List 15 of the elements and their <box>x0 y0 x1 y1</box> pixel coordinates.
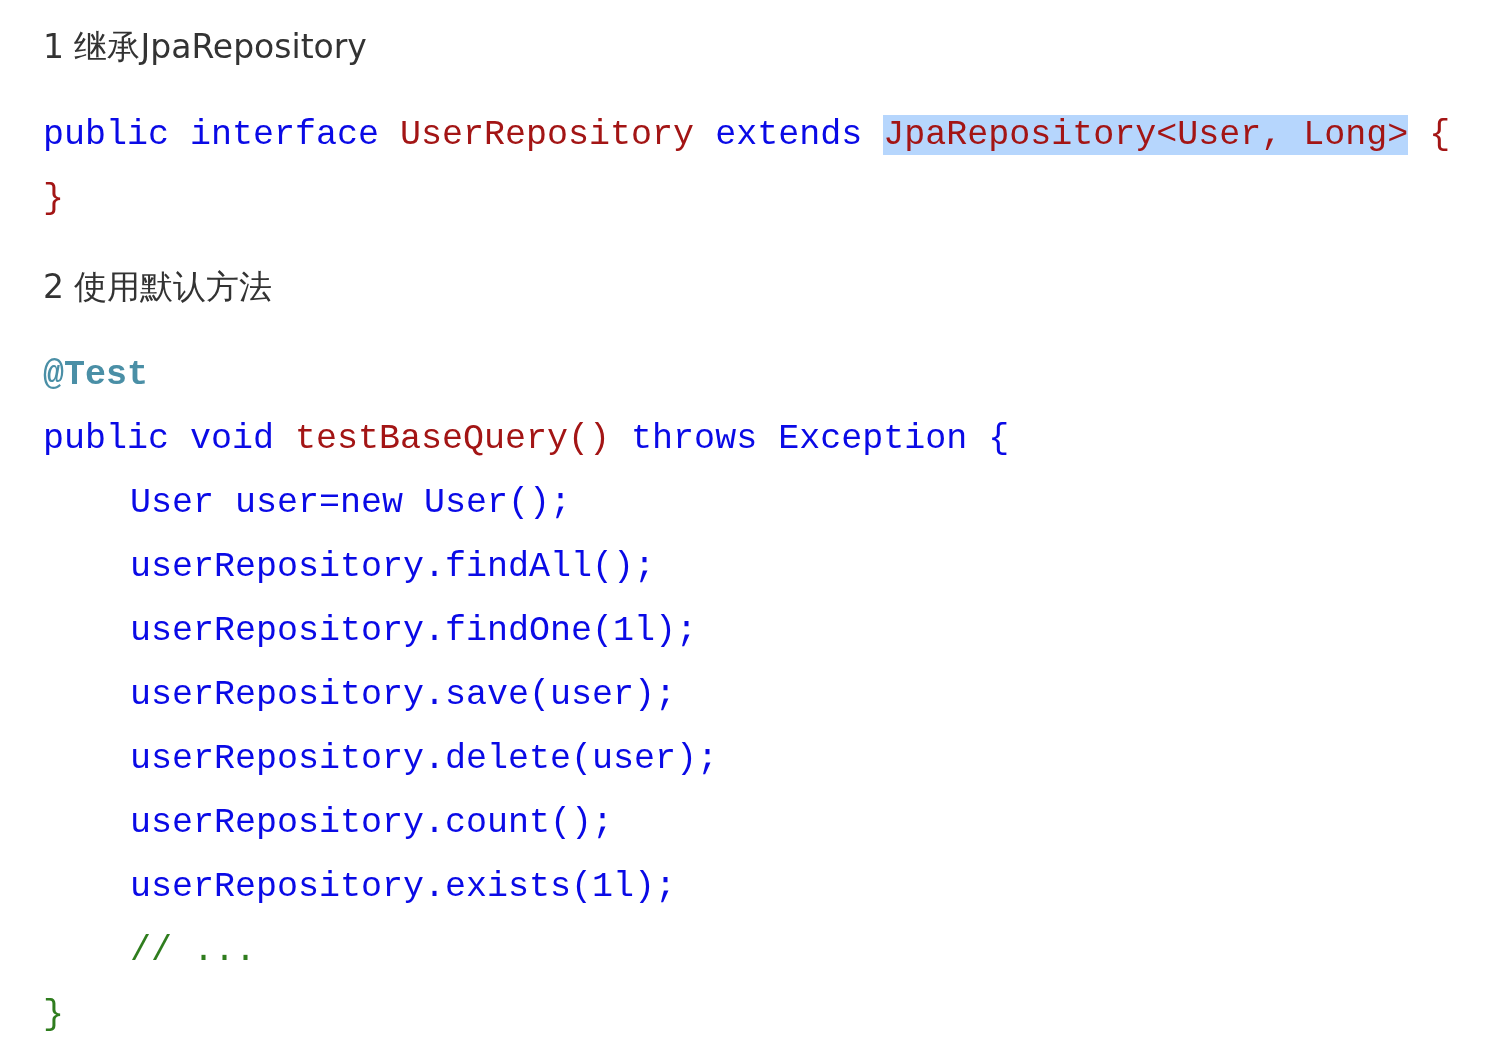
code-line: } <box>43 178 64 221</box>
code-line: @Test <box>43 354 149 397</box>
code-line: userRepository.count(); <box>129 802 614 845</box>
code-line: userRepository.delete(user); <box>129 738 719 781</box>
code-line: User user=new User(); <box>129 482 572 525</box>
code-line: // ... <box>129 930 257 973</box>
code-line: userRepository.exists(1l); <box>129 866 677 909</box>
code-line: } <box>43 994 64 1037</box>
code-line: public void testBaseQuery() throws Exception { <box>43 418 1010 461</box>
code-line: userRepository.findOne(1l); <box>129 610 698 653</box>
section-heading: 1 继承JpaRepository <box>43 26 368 68</box>
code-line: userRepository.findAll(); <box>129 546 656 589</box>
section-heading: 2 使用默认方法 <box>43 266 274 308</box>
code-line: userRepository.save(user); <box>129 674 677 717</box>
code-line: public interface UserRepository extends JpaRepository<User, Long> { <box>43 114 1451 157</box>
